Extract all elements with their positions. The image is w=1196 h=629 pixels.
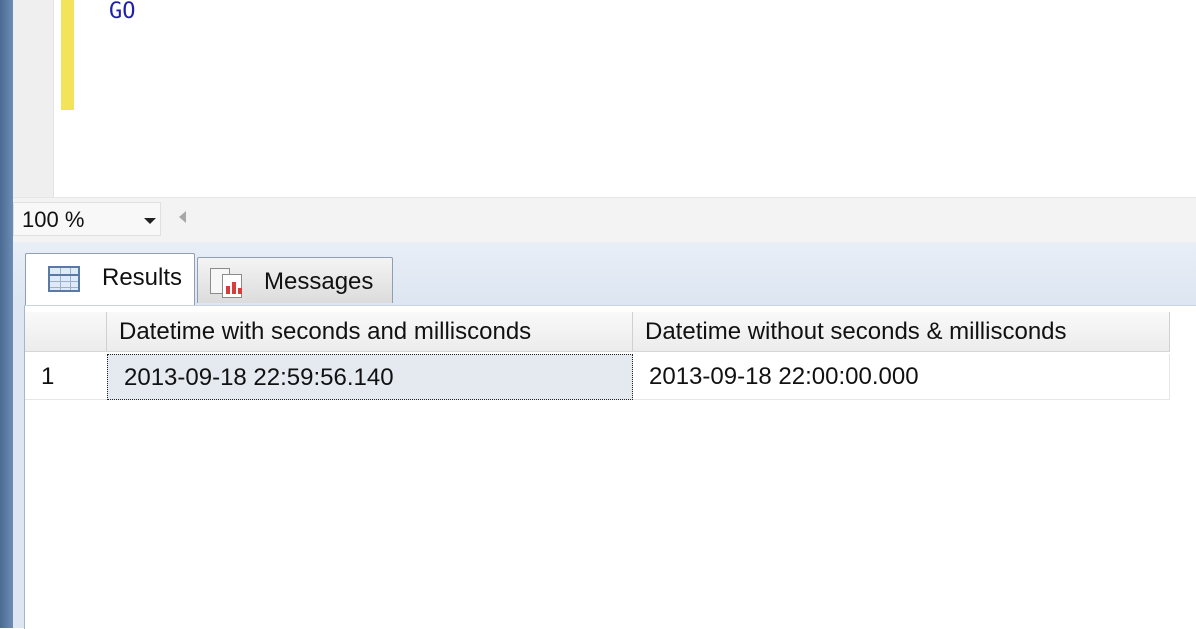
grid-cell[interactable]: 2013-09-18 22:00:00.000 [633,354,1170,400]
tab-results[interactable]: Results [25,253,195,305]
zoom-dropdown[interactable]: 100 % [13,202,161,236]
results-panel: Results Messages Datetime with seconds a… [13,242,1196,629]
editor-status-strip: 100 % [13,197,1196,243]
column-header[interactable]: Datetime with seconds and millisconds [107,312,633,352]
column-header[interactable]: Datetime without seconds & millisconds [633,312,1170,352]
change-tracking-bar [61,0,74,110]
row-number[interactable]: 1 [25,354,107,400]
query-editor[interactable]: GO [13,0,1196,197]
tab-messages[interactable]: Messages [197,257,393,303]
grid-header-row: Datetime with seconds and millisconds Da… [25,312,1170,352]
grid-icon [48,266,80,292]
grid-cell-selected[interactable]: 2013-09-18 22:59:56.140 [107,354,633,400]
tab-results-label: Results [102,264,183,291]
window-edge [0,0,13,628]
row-number-header[interactable] [25,312,107,352]
editor-gutter [13,0,54,197]
tab-messages-label: Messages [264,268,374,295]
results-grid[interactable]: Datetime with seconds and millisconds Da… [24,305,1196,629]
chevron-down-icon[interactable] [144,218,156,224]
zoom-value: 100 % [22,207,85,232]
scroll-left-icon[interactable] [179,211,186,223]
messages-icon [210,268,244,298]
table-row[interactable]: 1 2013-09-18 22:59:56.140 2013-09-18 22:… [25,354,1170,400]
code-line-go[interactable]: GO [109,0,136,24]
